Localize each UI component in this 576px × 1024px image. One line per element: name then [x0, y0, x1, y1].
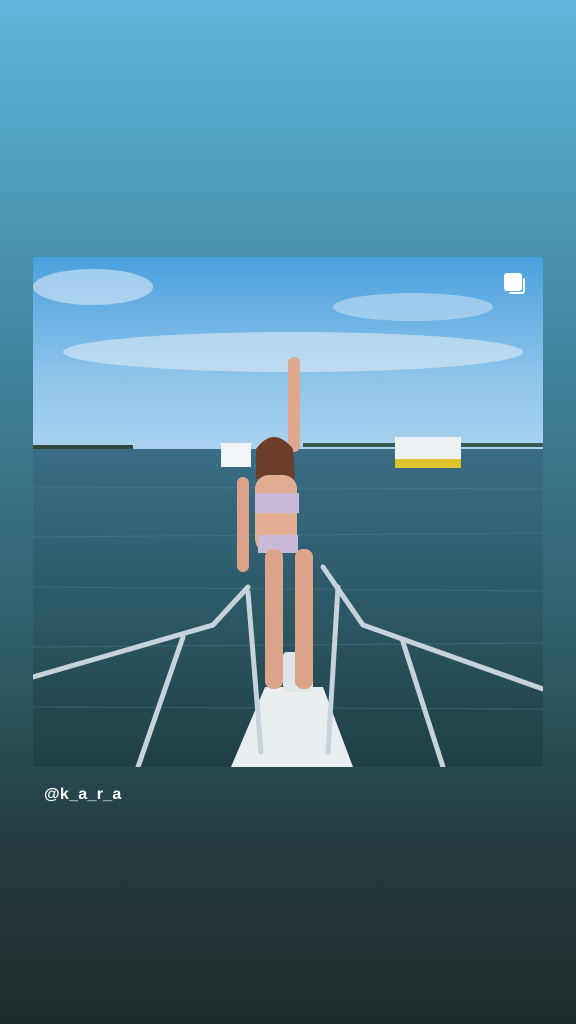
mention-sticker[interactable]: @k_a_r_a [44, 786, 122, 804]
multiple-photos-icon [504, 273, 528, 297]
boat-photo [33, 257, 543, 767]
shared-post-image[interactable] [33, 257, 543, 767]
